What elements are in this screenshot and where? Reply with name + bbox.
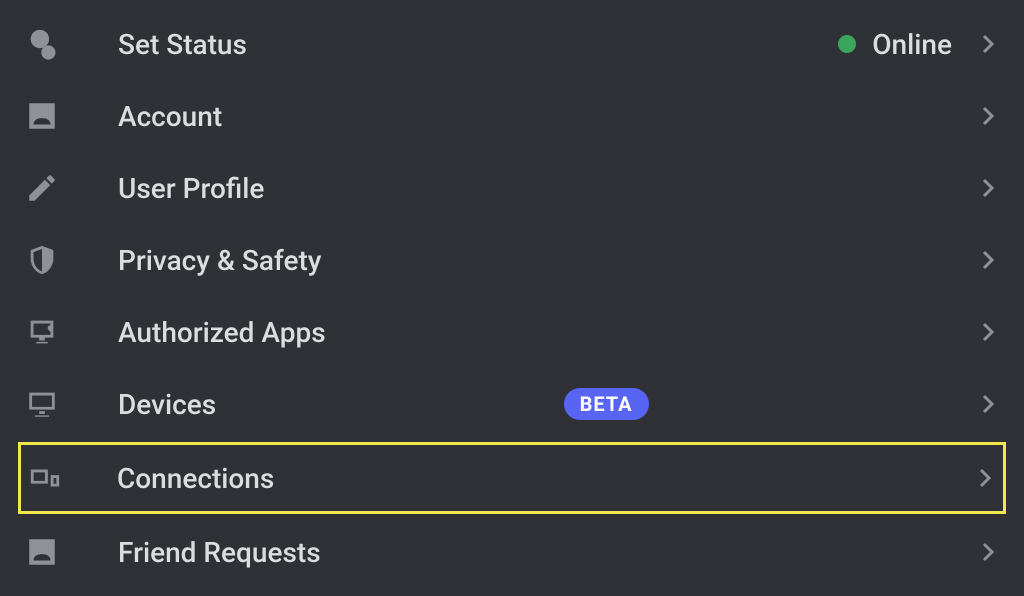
settings-item-privacy-safety[interactable]: Privacy & Safety (0, 224, 1024, 296)
status-dot-icon (838, 35, 856, 53)
settings-item-set-status[interactable]: Set Status Online (0, 8, 1024, 80)
chevron-right-icon (973, 466, 997, 490)
connections-icon (27, 460, 63, 496)
settings-item-label: Friend Requests (118, 536, 976, 569)
settings-item-label: Devices (118, 388, 544, 421)
chevron-right-icon (976, 320, 1000, 344)
settings-item-friend-requests[interactable]: Friend Requests (0, 516, 1024, 588)
settings-item-connections[interactable]: Connections (18, 442, 1006, 514)
apps-icon (24, 314, 60, 350)
settings-list: Set Status Online Account User Profile P… (0, 0, 1024, 596)
chevron-right-icon (976, 176, 1000, 200)
chevron-right-icon (976, 392, 1000, 416)
settings-item-devices[interactable]: Devices BETA (0, 368, 1024, 440)
settings-item-label: Set Status (118, 28, 838, 61)
chevron-right-icon (976, 32, 1000, 56)
settings-item-label: Connections (117, 462, 973, 495)
status-text: Online (872, 28, 952, 61)
settings-item-label: Authorized Apps (118, 316, 976, 349)
settings-item-label: Account (118, 100, 976, 133)
pencil-icon (24, 170, 60, 206)
settings-item-user-profile[interactable]: User Profile (0, 152, 1024, 224)
chevron-right-icon (976, 540, 1000, 564)
settings-item-authorized-apps[interactable]: Authorized Apps (0, 296, 1024, 368)
settings-item-account[interactable]: Account (0, 80, 1024, 152)
account-icon (24, 98, 60, 134)
beta-badge: BETA (564, 388, 649, 420)
friend-requests-icon (24, 534, 60, 570)
chevron-right-icon (976, 248, 1000, 272)
status-value: Online (838, 28, 952, 61)
chevron-right-icon (976, 104, 1000, 128)
settings-item-label: User Profile (118, 172, 976, 205)
settings-item-label: Privacy & Safety (118, 244, 976, 277)
status-icon (24, 26, 60, 62)
monitor-icon (24, 386, 60, 422)
shield-icon (24, 242, 60, 278)
